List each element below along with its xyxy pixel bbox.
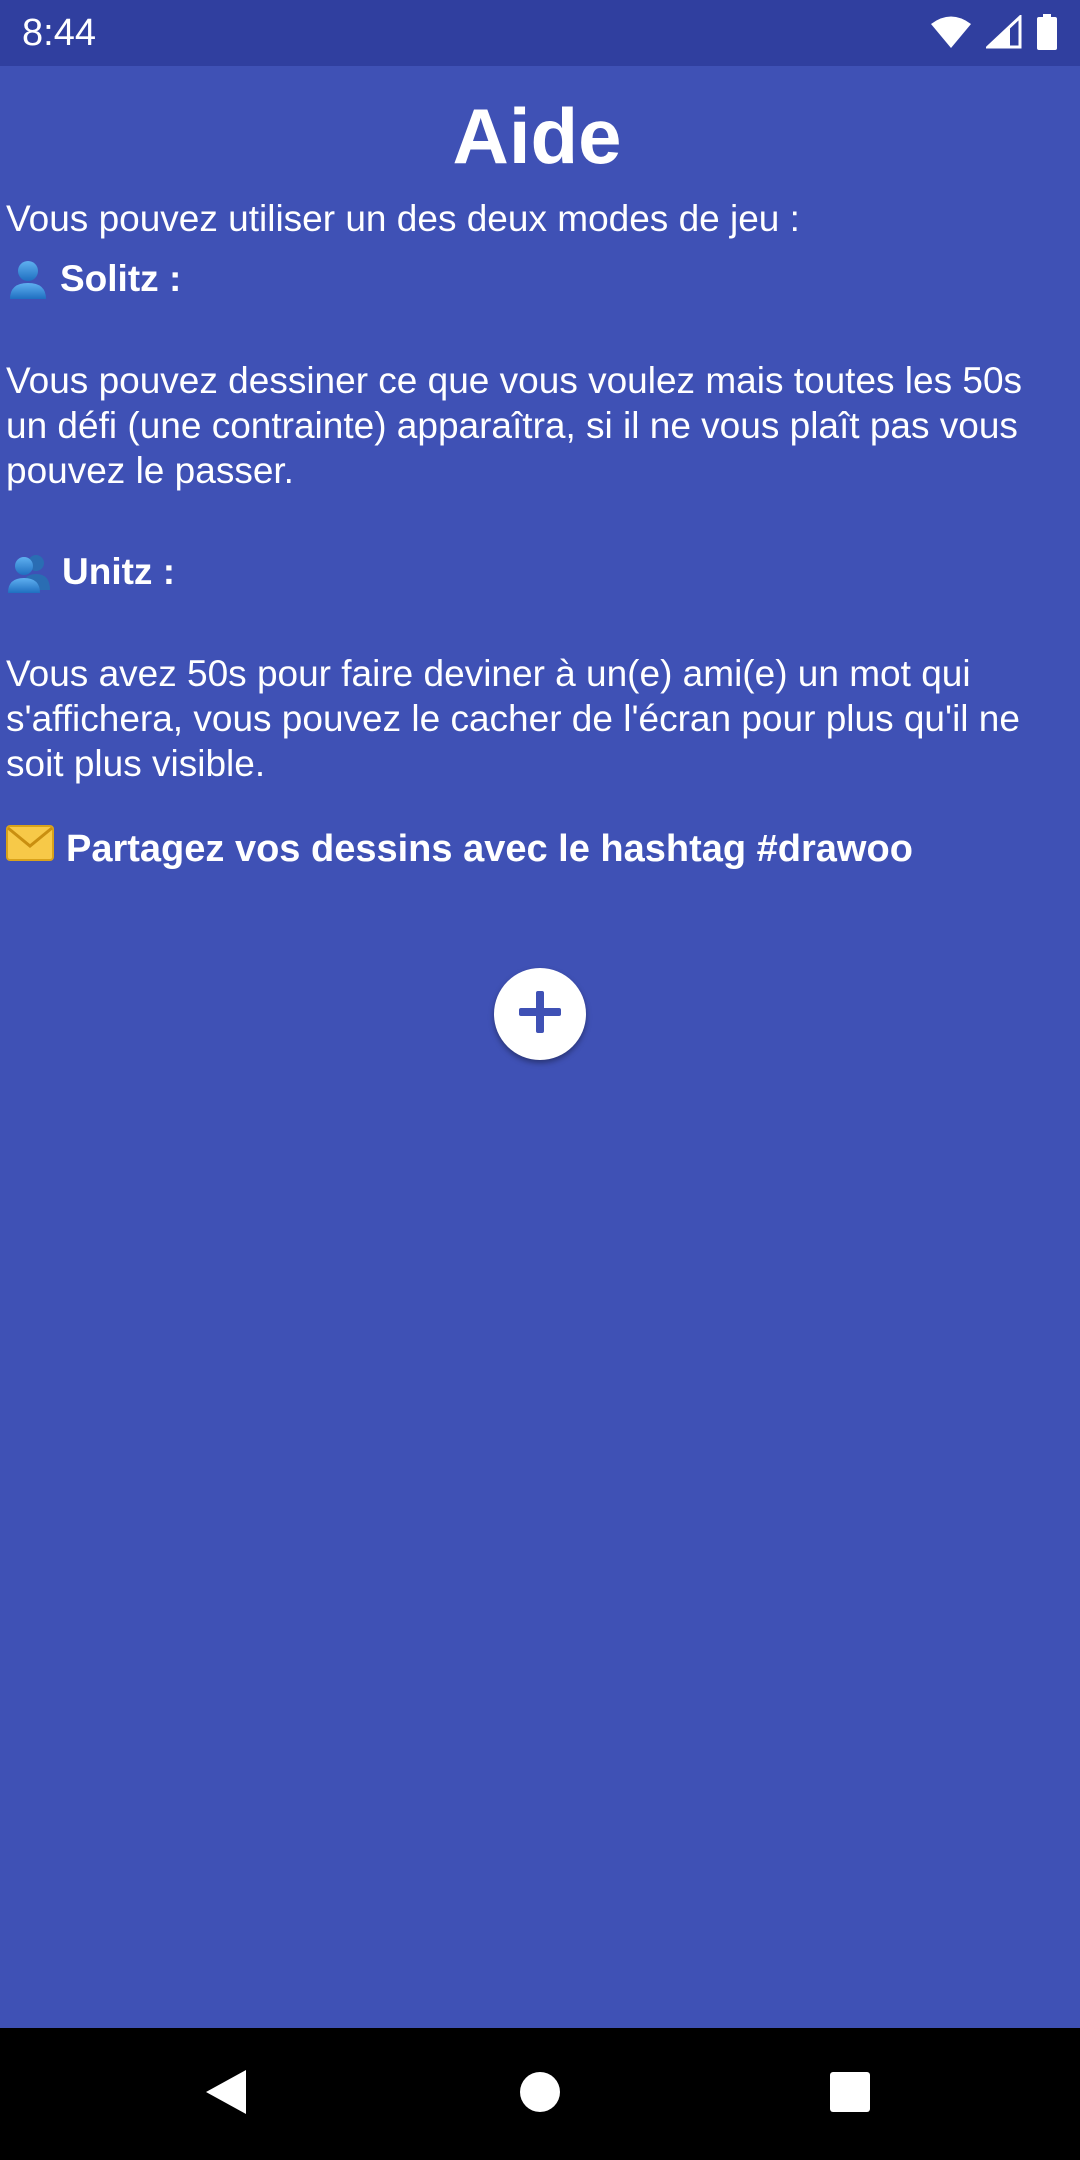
share-line: Partagez vos dessins avec le hashtag #dr… <box>6 824 1068 874</box>
recents-button[interactable] <box>820 2064 880 2124</box>
add-button[interactable] <box>494 968 586 1060</box>
battery-icon <box>1036 14 1058 50</box>
envelope-icon <box>6 824 54 874</box>
mode-solitz-heading: Solitz : <box>6 254 1068 304</box>
plus-icon <box>515 987 565 1042</box>
signal-icon <box>986 15 1022 49</box>
share-text: Partagez vos dessins avec le hashtag #dr… <box>66 828 913 870</box>
status-bar: 8:44 <box>0 0 1080 66</box>
help-content: Aide Vous pouvez utiliser un des deux mo… <box>6 66 1068 874</box>
navigation-bar <box>0 2028 1080 2160</box>
wifi-icon <box>930 15 972 49</box>
home-icon <box>518 2070 562 2119</box>
app-screen: 8:44 Aide Vous pouvez utiliser un des de… <box>0 0 1080 2160</box>
status-time: 8:44 <box>22 12 96 54</box>
mode-unitz-description: Vous avez 50s pour faire deviner à un(e)… <box>6 653 1020 784</box>
back-icon <box>204 2068 248 2121</box>
back-button[interactable] <box>196 2064 256 2124</box>
page-title: Aide <box>452 92 622 180</box>
intro-text: Vous pouvez utiliser un des deux modes d… <box>6 198 800 239</box>
two-users-icon <box>6 550 52 594</box>
single-user-icon <box>6 257 50 301</box>
mode-unitz-title: Unitz : <box>62 551 176 592</box>
mode-unitz-heading: Unitz : <box>6 547 1068 597</box>
home-button[interactable] <box>510 2064 570 2124</box>
status-icons <box>930 12 1058 52</box>
recents-icon <box>828 2070 872 2119</box>
mode-solitz-description: Vous pouvez dessiner ce que vous voulez … <box>6 360 1023 491</box>
mode-solitz-title: Solitz : <box>60 258 182 299</box>
